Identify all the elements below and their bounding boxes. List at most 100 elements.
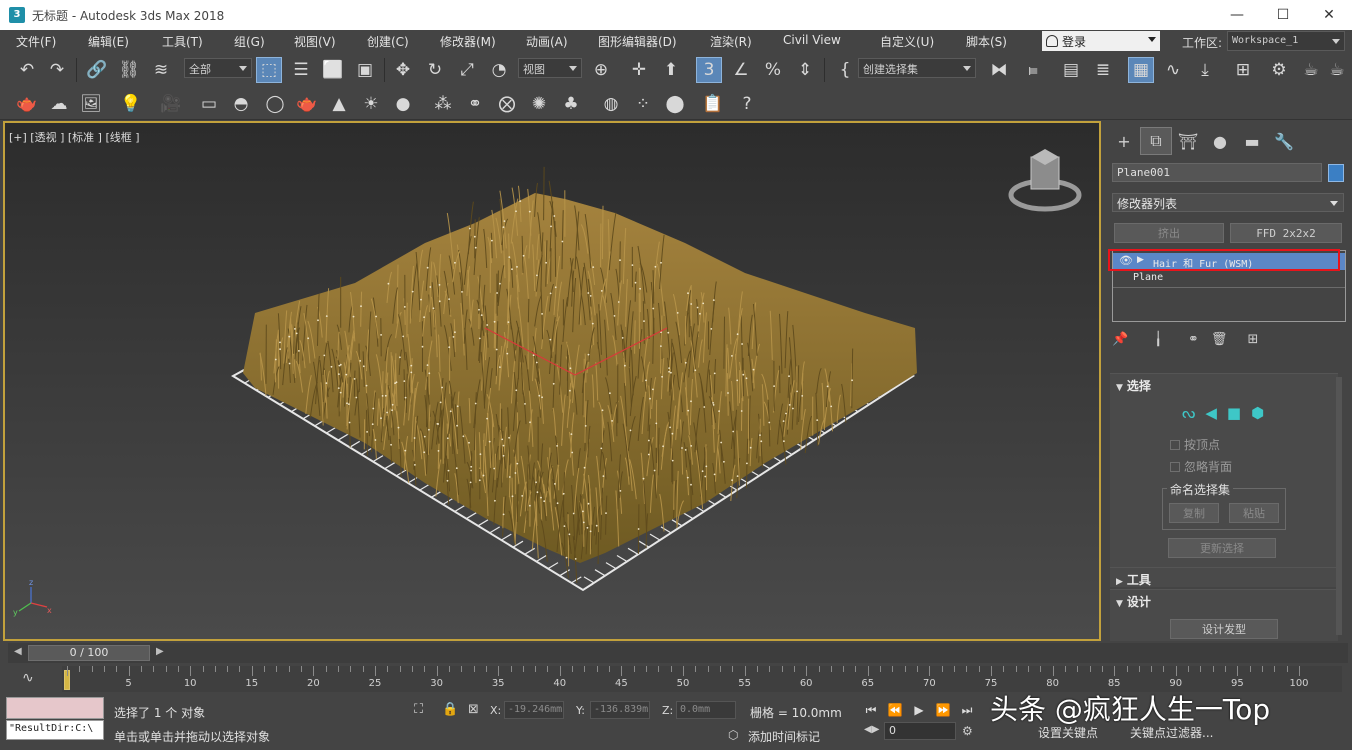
design-rollout-header[interactable]: ▼ 设计 <box>1116 593 1151 610</box>
menu-civil-view[interactable]: Civil View <box>783 33 841 47</box>
proxy-icon[interactable]: ⨂ <box>494 91 520 117</box>
go-to-end-icon[interactable]: ⏭ <box>956 700 978 720</box>
select-by-name-icon[interactable]: ☰ <box>288 57 314 83</box>
percent-snap-icon[interactable]: % <box>760 57 786 83</box>
fur-icon[interactable]: ⁂ <box>430 91 456 117</box>
face-icon[interactable]: ◀ <box>1205 404 1217 422</box>
ribbon-toggle-icon[interactable]: ▦ <box>1128 57 1154 83</box>
menu-graph-editors[interactable]: 图形编辑器(D) <box>598 33 677 50</box>
select-object-icon[interactable]: ⬚ <box>256 57 282 83</box>
dope-sheet-icon[interactable]: ⤓ <box>1192 57 1218 83</box>
prev-frame-icon[interactable]: ◀ <box>14 646 22 657</box>
dome-light-icon[interactable]: ◓ <box>228 91 254 117</box>
material-editor-icon[interactable]: ⁘ <box>630 91 656 117</box>
by-vertex-checkbox[interactable]: 按顶点 <box>1170 436 1220 453</box>
mesh-light-icon[interactable]: 🫖 <box>294 91 320 117</box>
cone-light-icon[interactable]: ▲ <box>326 91 352 117</box>
menu-tools[interactable]: 工具(T) <box>162 33 203 50</box>
select-manipulate-icon[interactable]: ✛ <box>626 57 652 83</box>
menu-modifiers[interactable]: 修改器(M) <box>440 33 496 50</box>
ambient-light-icon[interactable]: ● <box>390 91 416 117</box>
area-light-icon[interactable]: ▭ <box>196 91 222 117</box>
image-viewer-icon[interactable]: 🖼 <box>78 91 104 117</box>
redo-icon[interactable]: ↷ <box>44 57 70 83</box>
command-panel-scrollbar[interactable] <box>1336 377 1342 635</box>
ignore-backfacing-checkbox[interactable]: 忽略背面 <box>1170 458 1232 475</box>
close-button[interactable]: ✕ <box>1306 0 1352 30</box>
selection-rollout-header[interactable]: ▼ 选择 <box>1116 377 1151 394</box>
add-time-tag-button[interactable]: 添加时间标记 <box>748 728 820 745</box>
time-slider[interactable]: ◀ 0 / 100 ▶ <box>8 643 1348 663</box>
modifier-list-dropdown[interactable]: 修改器列表 <box>1112 193 1344 212</box>
prev-key-icon[interactable]: ⏪ <box>884 700 906 720</box>
go-to-start-icon[interactable]: ⏮ <box>860 700 882 720</box>
menu-scripting[interactable]: 脚本(S) <box>966 33 1007 50</box>
utilities-tab-icon[interactable]: 🔧 <box>1268 127 1300 155</box>
configure-sets-icon[interactable]: ⊞ <box>1247 332 1258 347</box>
remove-modifier-icon[interactable]: 🗑 <box>1211 332 1228 347</box>
make-unique-icon[interactable]: ⚭ <box>1188 332 1199 347</box>
material-sphere-icon[interactable]: ◍ <box>598 91 624 117</box>
time-config-icon[interactable]: ⚙ <box>962 724 973 738</box>
tools-rollout-header[interactable]: ▶ 工具 <box>1116 571 1151 588</box>
maxscript-listener[interactable] <box>6 697 104 719</box>
bind-space-warp-icon[interactable]: ≋ <box>148 57 174 83</box>
mirror-icon[interactable]: ⧓ <box>986 57 1012 83</box>
place-icon[interactable]: ◔ <box>486 57 512 83</box>
curve-editor-icon[interactable]: ∿ <box>1160 57 1186 83</box>
menu-animation[interactable]: 动画(A) <box>526 33 568 50</box>
perspective-viewport[interactable]: [+] [透视 ] [标准 ] [线框 ] z x y <box>3 121 1101 641</box>
light-bulb-icon[interactable]: 💡 <box>118 91 144 117</box>
copy-button[interactable]: 复制 <box>1169 503 1219 523</box>
stack-item-plane[interactable]: Plane <box>1113 270 1345 287</box>
menu-group[interactable]: 组(G) <box>234 33 265 50</box>
absolute-mode-icon[interactable]: ⊠ <box>468 702 479 717</box>
keyboard-shortcut-override-icon[interactable]: ⬆ <box>658 57 684 83</box>
show-end-result-icon[interactable]: ╽ <box>1154 332 1162 347</box>
menu-rendering[interactable]: 渲染(R) <box>710 33 752 50</box>
menu-customize[interactable]: 自定义(U) <box>880 33 934 50</box>
render-production-icon[interactable]: ☕ <box>1324 57 1350 83</box>
motion-tab-icon[interactable]: ● <box>1204 127 1236 155</box>
z-coordinate-field[interactable]: 0.0mm <box>676 701 736 719</box>
render-setup-icon[interactable]: ⚙ <box>1266 57 1292 83</box>
clipboard-icon[interactable]: 📋 <box>700 91 726 117</box>
cloud-icon[interactable]: ☁ <box>46 91 72 117</box>
sphere-light-icon[interactable]: ◯ <box>262 91 288 117</box>
scene-explorer-icon[interactable]: ▤ <box>1058 57 1084 83</box>
fractal-icon[interactable]: ✺ <box>526 91 552 117</box>
menu-create[interactable]: 创建(C) <box>367 33 409 50</box>
grass-icon[interactable]: ♣ <box>558 91 584 117</box>
polygon-icon[interactable]: ■ <box>1227 404 1241 422</box>
angle-snap-icon[interactable]: ∠ <box>728 57 754 83</box>
object-color-swatch[interactable] <box>1328 164 1344 182</box>
window-crossing-icon[interactable]: ▣ <box>352 57 378 83</box>
time-slider-thumb[interactable]: 0 / 100 <box>28 645 150 661</box>
reference-coordinate-dropdown[interactable]: 视图 <box>518 58 582 78</box>
schematic-view-icon[interactable]: ⊞ <box>1230 57 1256 83</box>
lock-icon[interactable]: 🔒 <box>442 702 458 717</box>
menu-file[interactable]: 文件(F) <box>16 33 56 50</box>
move-icon[interactable]: ✥ <box>390 57 416 83</box>
extrude-button[interactable]: 挤出 <box>1114 223 1224 243</box>
minimize-button[interactable]: — <box>1214 0 1260 30</box>
camera-rig-icon[interactable]: 🎥 <box>158 91 184 117</box>
guides-icon[interactable]: ᔓ <box>1182 404 1195 422</box>
unlink-icon[interactable]: ⛓ <box>116 57 142 83</box>
scale-icon[interactable]: ⤢ <box>454 57 480 83</box>
sun-icon[interactable]: ☀ <box>358 91 384 117</box>
menu-edit[interactable]: 编辑(E) <box>88 33 129 50</box>
menu-views[interactable]: 视图(V) <box>294 33 336 50</box>
teapot-icon[interactable]: 🫖 <box>14 91 40 117</box>
mini-curve-editor-icon[interactable]: ∿ <box>22 670 34 686</box>
maximize-button[interactable]: ☐ <box>1260 0 1306 30</box>
x-coordinate-field[interactable]: -19.246mm <box>504 701 564 719</box>
workspace-dropdown[interactable]: Workspace_1 <box>1227 31 1345 51</box>
sphere-pair-icon[interactable]: ⚭ <box>462 91 488 117</box>
maxscript-output[interactable]: "ResultDir:C:\ <box>6 720 104 740</box>
element-icon[interactable]: ⬢ <box>1251 404 1264 422</box>
create-tab-icon[interactable]: + <box>1108 127 1140 155</box>
spinner-snap-icon[interactable]: ⇕ <box>792 57 818 83</box>
ffd-button[interactable]: FFD 2x2x2 <box>1230 223 1342 243</box>
modify-tab-icon[interactable]: ⧉ <box>1140 127 1172 155</box>
